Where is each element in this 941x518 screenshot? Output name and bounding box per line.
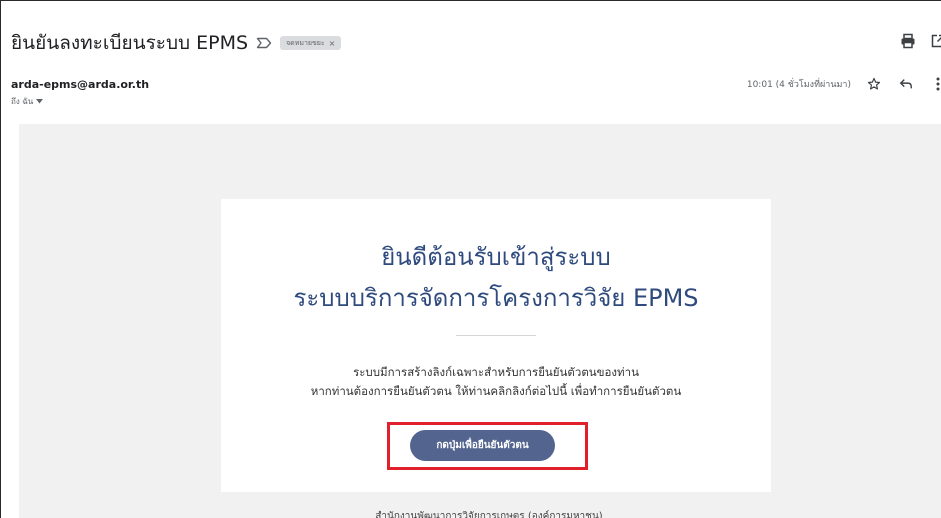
card-title-line2: ระบบบริการจัดการโครงการวิจัย EPMS bbox=[293, 284, 699, 312]
label-chip-text: จดหมายขยะ bbox=[286, 38, 325, 47]
email-subject: ยินยันลงทะเบียนระบบ EPMS bbox=[11, 32, 249, 54]
label-chip-close-icon[interactable]: × bbox=[329, 39, 336, 48]
timestamp: 10:01 (4 ชั่วโมงที่ผ่านมา) bbox=[746, 80, 851, 90]
recipient-text: ถึง ฉัน bbox=[11, 97, 34, 106]
more-vert-icon[interactable] bbox=[929, 75, 941, 93]
card-divider bbox=[456, 335, 536, 336]
toolbar-top-right bbox=[899, 32, 941, 50]
important-marker-icon[interactable] bbox=[256, 37, 272, 49]
verify-identity-button[interactable]: กดปุ่มเพื่อยืนยันตัวตน bbox=[410, 430, 555, 461]
chevron-down-icon[interactable] bbox=[36, 97, 44, 106]
open-in-new-window-icon[interactable] bbox=[929, 32, 941, 50]
recipient-line[interactable]: ถึง ฉัน bbox=[11, 95, 44, 108]
card-title-line1: ยินดีต้อนรับเข้าสู่ระบบ bbox=[381, 243, 611, 271]
star-icon[interactable] bbox=[865, 75, 883, 93]
email-view: ยินยันลงทะเบียนระบบ EPMS จดหมายขยะ × ard… bbox=[0, 0, 941, 518]
welcome-card: ยินดีต้อนรับเข้าสู่ระบบ ระบบบริการจัดการ… bbox=[221, 199, 771, 492]
reply-icon[interactable] bbox=[897, 75, 915, 93]
email-body: ยินดีต้อนรับเข้าสู่ระบบ ระบบบริการจัดการ… bbox=[19, 124, 941, 518]
card-description-line1: ระบบมีการสร้างลิงก์เฉพาะสำหรับการยืนยันต… bbox=[353, 365, 639, 379]
label-chip-spam[interactable]: จดหมายขยะ × bbox=[280, 36, 342, 50]
card-description-line2: หากท่านต้องการยืนยันตัวตน ให้ท่านคลิกลิง… bbox=[310, 384, 682, 398]
footer-organization: สำนักงานพัฒนาการวิจัยการเกษตร (องค์การมห… bbox=[375, 511, 603, 518]
print-icon[interactable] bbox=[899, 32, 917, 50]
subject-row: ยินยันลงทะเบียนระบบ EPMS จดหมายขยะ × bbox=[11, 29, 342, 57]
message-meta: 10:01 (4 ชั่วโมงที่ผ่านมา) bbox=[747, 75, 941, 93]
sender-email: arda-epms@arda.or.th bbox=[11, 78, 150, 91]
